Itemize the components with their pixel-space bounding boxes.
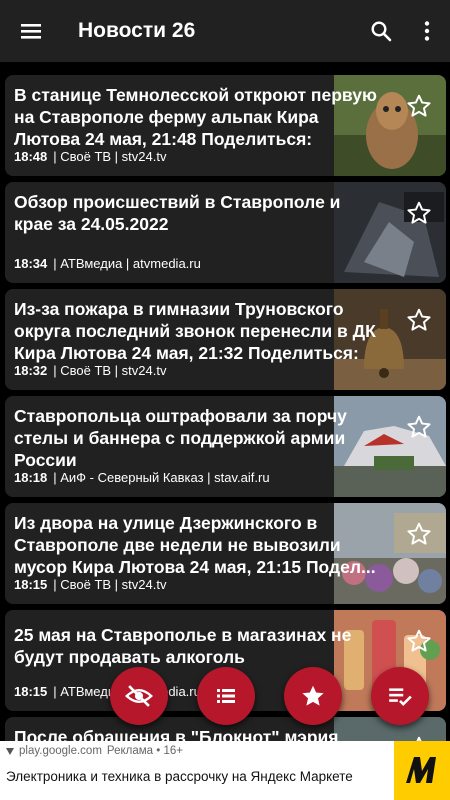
ad-label: Реклама • 16+ [106,745,183,757]
article-time: 18:15 [14,684,48,699]
visibility-off-icon [125,685,153,707]
playlist-check-icon [389,688,412,706]
menu-button[interactable] [0,0,62,62]
article-headline: После обращения в "Блокнот" мэрия [14,727,339,741]
news-card[interactable]: Обзор происшествий в Ставрополе и крае з… [5,182,446,283]
article-time: 18:18 [14,470,48,485]
article-meta: 18:15 | Своё ТВ | stv24.tv [14,577,166,592]
favorite-star-icon[interactable] [406,628,432,654]
ad-source: play.google.com Реклама • 16+ [6,745,183,757]
more-vert-icon [424,21,430,41]
article-source: | Своё ТВ | stv24.tv [53,149,167,164]
news-card[interactable]: В станице Темнолесской откроют первую на… [5,75,446,176]
article-time: 18:32 [14,363,48,378]
mark-read-button[interactable] [371,667,429,725]
article-meta: 18:18 | АиФ - Северный Кавказ | stav.aif.… [14,470,270,485]
search-icon [371,21,392,42]
article-source: | Своё ТВ | stv24.tv [53,577,167,592]
article-source: | АТВмедиа | atvmedia.ru [53,256,201,271]
news-feed[interactable]: В станице Темнолесской откроют первую на… [0,62,450,741]
article-meta: 18:15| АТВмедиа | atvmedia.ru [14,684,201,699]
app-bar: Новости 26 [0,0,450,62]
article-source: | АиФ - Северный Кавказ | stav.aif.ru [53,470,270,485]
ad-headline[interactable]: Электроника и техника в рассрочку на Янд… [6,769,353,784]
favorite-star-icon[interactable] [406,414,432,440]
list-view-button[interactable] [197,667,255,725]
article-meta: 18:48 | Своё ТВ | stv24.tv [14,149,166,164]
favorite-star-icon[interactable] [406,200,432,226]
favorites-button[interactable] [284,667,342,725]
article-headline: Ставропольца оштрафовали за порчу стелы … [14,406,347,470]
article-headline: В станице Темнолесской откроют первую на… [14,85,377,149]
list-icon [217,689,235,703]
search-button[interactable] [358,0,404,62]
ad-play-icon [6,747,14,755]
article-headline: Из-за пожара в гимназии Труновского окру… [14,299,376,363]
star-icon [302,685,324,706]
news-card[interactable]: Из двора на улице Дзержинского в Ставроп… [5,503,446,604]
news-card[interactable]: Из-за пожара в гимназии Труновского окру… [5,289,446,390]
app-title: Новости 26 [78,19,196,42]
article-meta: 18:34 | АТВмедиа | atvmedia.ru [14,256,201,271]
article-headline: Из двора на улице Дзержинского в Ставроп… [14,513,376,577]
article-meta: 18:32 | Своё ТВ | stv24.tv [14,363,166,378]
news-card[interactable]: Ставропольца оштрафовали за порчу стелы … [5,396,446,497]
hide-read-button[interactable] [110,667,168,725]
ad-domain: play.google.com [19,745,102,757]
favorite-star-icon[interactable] [406,521,432,547]
ad-banner[interactable]: play.google.com Реклама • 16+ Электроник… [0,741,450,800]
hamburger-menu-icon [21,24,41,39]
article-headline: 25 мая на Ставрополье в магазинах не буд… [14,625,352,667]
more-options-button[interactable] [404,0,450,62]
article-source: | Своё ТВ | stv24.tv [53,363,167,378]
article-time: 18:34 [14,256,48,271]
article-time: 18:15 [14,577,48,592]
article-headline: Обзор происшествий в Ставрополе и крае з… [14,192,341,234]
article-time: 18:48 [14,149,48,164]
yandex-market-logo-icon[interactable] [394,741,450,800]
favorite-star-icon[interactable] [406,93,432,119]
favorite-star-icon[interactable] [406,307,432,333]
